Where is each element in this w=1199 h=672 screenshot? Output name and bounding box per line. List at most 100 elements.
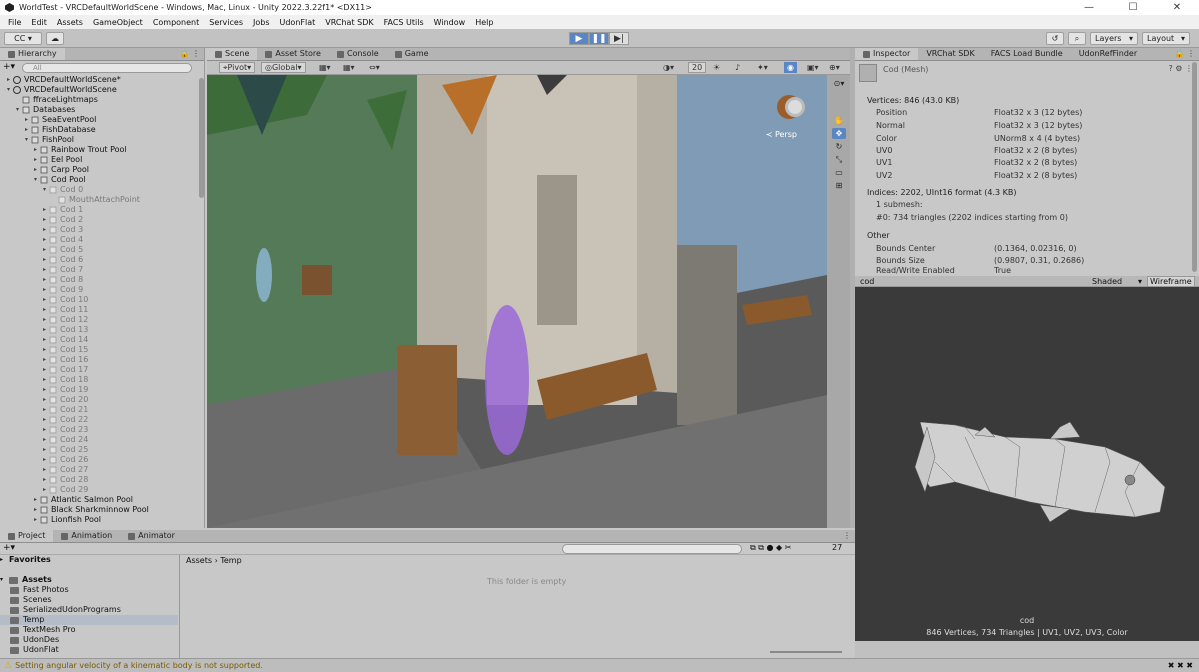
tab-console[interactable]: Console [329,48,387,60]
menu-services[interactable]: Services [204,18,248,27]
tab-vrchat-sdk[interactable]: VRChat SDK [918,48,982,60]
hierarchy-row[interactable]: ▸ Black Sharkminnow Pool [0,505,200,515]
hierarchy-row[interactable]: ▸ Cod 12 [0,315,200,325]
hierarchy-row[interactable]: ▾ FishPool [0,135,200,145]
scale-tool-icon[interactable]: ⤡ [832,154,846,165]
hierarchy-row[interactable]: MouthAttachPoint [0,195,200,205]
hierarchy-row[interactable]: ▸ Cod 18 [0,375,200,385]
camera-icon[interactable]: ▣▾ [807,62,819,73]
expand-arrow-icon[interactable]: ▸ [40,395,49,405]
favorites-item[interactable]: ▸ Favorites [0,555,178,565]
layers-dropdown[interactable]: Layers ▾ [1090,32,1138,45]
minimize-button[interactable]: — [1067,2,1111,13]
wireframe-toggle[interactable]: Wireframe [1147,276,1195,287]
hierarchy-row[interactable]: ▸ Rainbow Trout Pool [0,145,200,155]
scene-viewport[interactable]: ≺ Persp [207,75,827,528]
tab-project[interactable]: Project [0,530,54,542]
hierarchy-row[interactable]: ffraceLightmaps [0,95,200,105]
add-icon[interactable]: +▾ [3,543,15,553]
persp-label[interactable]: ≺ Persp [766,130,797,139]
expand-arrow-icon[interactable]: ▸ [4,75,13,85]
hierarchy-row[interactable]: ▸ Cod 11 [0,305,200,315]
grid-size-field[interactable]: 20 [688,62,707,73]
expand-arrow-icon[interactable]: ▸ [40,295,49,305]
effects-icon[interactable]: ✦▾ [757,62,768,73]
orientation-gizmo[interactable] [785,97,805,117]
hierarchy-row[interactable]: ▸ Eel Pool [0,155,200,165]
expand-arrow-icon[interactable]: ▸ [31,505,40,515]
move-tool-icon[interactable]: ✥ [832,128,846,139]
maximize-button[interactable]: ☐ [1111,2,1155,13]
hierarchy-row[interactable]: ▸ Cod 20 [0,395,200,405]
lighting-icon[interactable]: ☀ [713,62,720,73]
close-button[interactable]: ✕ [1155,2,1199,13]
menu-window[interactable]: Window [429,18,471,27]
expand-arrow-icon[interactable]: ▸ [40,435,49,445]
pause-button[interactable]: ❚❚ [589,32,609,45]
menu-help[interactable]: Help [470,18,498,27]
panel-menu-icon[interactable]: 🔒 ⋮ [1174,49,1195,58]
hierarchy-row[interactable]: ▸ Cod 6 [0,255,200,265]
history-icon[interactable]: ↺ [1046,32,1064,45]
hidden-count[interactable]: 27 [832,543,842,552]
add-icon[interactable]: +▾ [3,62,15,72]
hierarchy-row[interactable]: ▸ Cod 2 [0,215,200,225]
account-dropdown[interactable]: CC ▾ [4,32,42,45]
filter-icons[interactable]: ⧉ ⧉ ● ◆ ✂ [750,543,791,553]
menu-facs-utils[interactable]: FACS Utils [379,18,429,27]
expand-arrow-icon[interactable]: ▸ [40,405,49,415]
tab-inspector[interactable]: Inspector [855,48,919,60]
cloud-icon[interactable]: ☁ [46,32,64,45]
hierarchy-row[interactable]: ▾ Databases [0,105,200,115]
hierarchy-row[interactable]: ▸ SeaEventPool [0,115,200,125]
hierarchy-row[interactable]: ▸ Cod 1 [0,205,200,215]
folder-item[interactable]: Fast Photos [0,585,178,595]
hierarchy-row[interactable]: ▸ Cod 4 [0,235,200,245]
expand-arrow-icon[interactable]: ▸ [40,465,49,475]
expand-arrow-icon[interactable]: ▸ [40,305,49,315]
hierarchy-row[interactable]: ▸ Cod 27 [0,465,200,475]
menu-udonflat[interactable]: UdonFlat [275,18,321,27]
tab-udon-ref-finder[interactable]: UdonRefFinder [1071,48,1145,60]
menu-gameobject[interactable]: GameObject [88,18,148,27]
panel-menu-icon[interactable]: ⋮ [843,531,851,540]
view-tool-icon[interactable]: ⊙▾ [832,78,846,89]
transform-tool-icon[interactable]: ⊞ [832,180,846,191]
expand-arrow-icon[interactable]: ▸ [22,115,31,125]
rotate-tool-icon[interactable]: ↻ [832,141,846,152]
tab-game[interactable]: Game [387,48,437,60]
expand-arrow-icon[interactable]: ▸ [40,355,49,365]
layout-dropdown[interactable]: Layout ▾ [1142,32,1190,45]
grid-icon[interactable]: ▦▾ [343,62,355,73]
hierarchy-row[interactable]: ▸ Cod 24 [0,435,200,445]
audio-icon[interactable]: ♪ [735,62,740,73]
expand-arrow-icon[interactable]: ▸ [40,275,49,285]
hierarchy-row[interactable]: ▸ Cod 8 [0,275,200,285]
tab-facs-load-bundle[interactable]: FACS Load Bundle [983,48,1071,60]
hierarchy-row[interactable]: ▾ VRCDefaultWorldScene [0,85,200,95]
expand-arrow-icon[interactable]: ▸ [40,215,49,225]
folder-item[interactable]: UdonDes [0,635,178,645]
hierarchy-row[interactable]: ▾ Cod 0 [0,185,200,195]
folder-item[interactable]: UdonFlat [0,645,178,655]
expand-arrow-icon[interactable]: ▾ [31,175,40,185]
expand-arrow-icon[interactable]: ▸ [40,255,49,265]
hierarchy-row[interactable]: ▸ Cod 21 [0,405,200,415]
folder-item[interactable]: SerializedUdonPrograms [0,605,178,615]
expand-arrow-icon[interactable]: ▾ [40,185,49,195]
zoom-slider[interactable] [770,651,842,653]
grid-snap-icon[interactable]: ▦▾ [319,62,331,73]
breadcrumb-assets[interactable]: Assets [186,556,212,565]
expand-arrow-icon[interactable]: ▸ [40,285,49,295]
panel-menu-icon[interactable]: 🔒 ⋮ [179,49,200,58]
hierarchy-row[interactable]: ▸ VRCDefaultWorldScene* [0,75,200,85]
expand-arrow-icon[interactable]: ▸ [40,425,49,435]
hierarchy-row[interactable]: ▸ Cod 25 [0,445,200,455]
expand-arrow-icon[interactable]: ▾ [22,135,31,145]
tab-hierarchy[interactable]: Hierarchy [0,48,65,60]
expand-arrow-icon[interactable]: ▸ [40,375,49,385]
breadcrumb-temp[interactable]: Temp [220,556,241,565]
expand-arrow-icon[interactable]: ▸ [40,365,49,375]
status-message[interactable]: Setting angular velocity of a kinematic … [15,661,263,670]
tab-animation[interactable]: Animation [53,530,120,542]
